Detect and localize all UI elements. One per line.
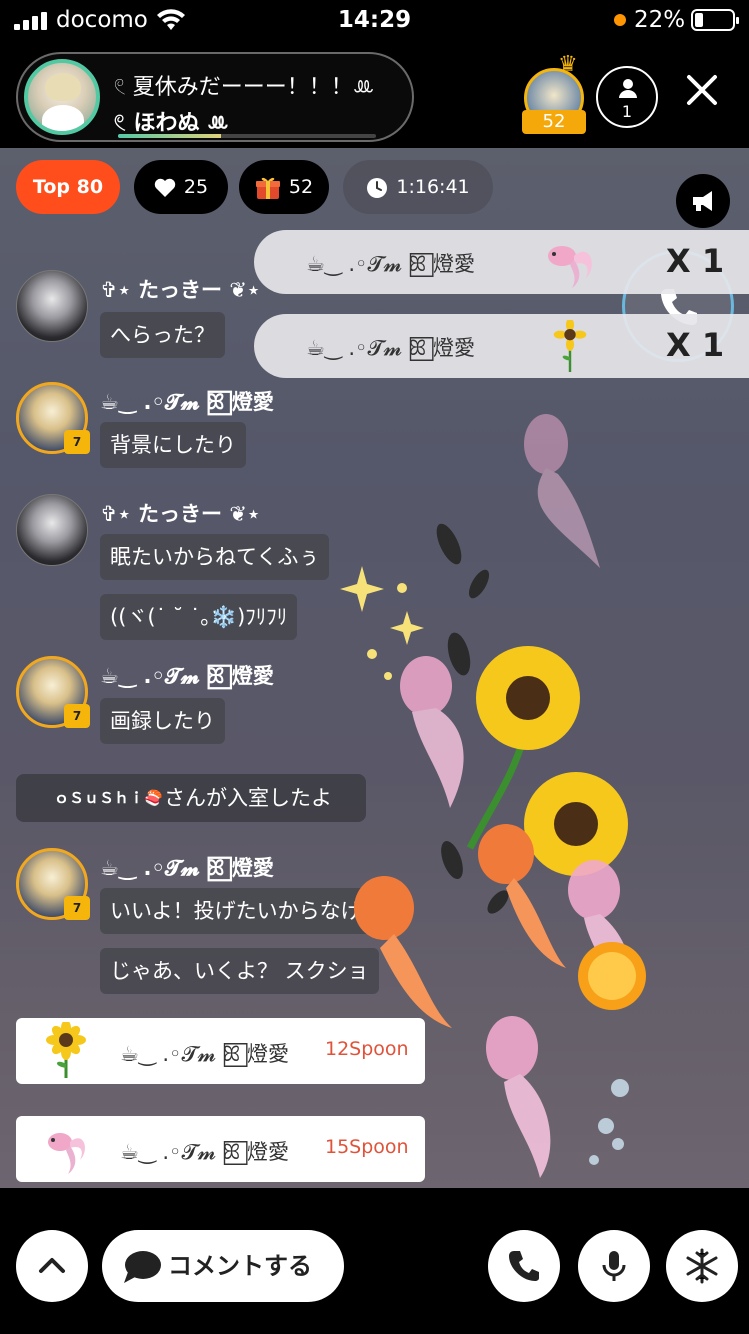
gift-notice-banner: ☕︎︎‿ .◦𝓣𝓶 ꕤ⃞ 燈愛 X 1 [254, 230, 749, 294]
top-rank-value: 80 [76, 176, 104, 198]
gift-sender-name: ☕︎︎‿ .◦𝓣𝓶 ꕤ⃞ 燈愛 [120, 1140, 290, 1164]
status-bar: docomo 14:29 22% [0, 0, 749, 44]
megaphone-icon [693, 191, 712, 211]
message-bubble: いいよ！投げたいからなげ [100, 888, 372, 934]
battery-percent: 22% [634, 7, 686, 33]
gift-notice-banner: ☕︎︎‿ .◦𝓣𝓶 ꕤ⃞ 燈愛 X 1 [254, 314, 749, 378]
gift-chat-card: ☕︎︎‿ .◦𝓣𝓶 ꕤ⃞ 燈愛 12Spoon [16, 1018, 425, 1084]
recording-dot [614, 14, 626, 26]
listener-count: 1 [621, 102, 633, 121]
elapsed-time-badge: 1:16:41 [343, 160, 493, 214]
message-bubble: 眠たいからねてくふぅ [100, 534, 330, 580]
host-name: 𓏲 ほわぬ ꔛ [114, 111, 229, 136]
gift-spoon-amount: 15Spoon [325, 1136, 409, 1158]
host-level-progress [118, 134, 376, 138]
live-stage: Top 80 25 52 1:16:41 ✞⋆ たっきー ❦⋆ へらった？ 7 … [0, 148, 749, 1188]
sunflower-icon [553, 320, 587, 372]
goldfish-icon [548, 246, 592, 288]
user-level-badge: 7 [64, 896, 90, 920]
gift-spoon-amount: 12Spoon [325, 1038, 409, 1060]
phone-icon [509, 1251, 539, 1281]
likes-badge[interactable]: 25 [134, 160, 228, 214]
gifts-badge[interactable]: 52 [239, 160, 329, 214]
message-username: ☕︎︎‿ .◦𝓣𝓶 ꕤ⃞ 燈愛 [100, 664, 274, 688]
gift-notice-count: X 1 [666, 326, 725, 364]
user-avatar[interactable] [16, 494, 88, 566]
close-icon[interactable] [678, 66, 726, 114]
user-level-badge: 7 [64, 430, 90, 454]
message-username: ☕︎︎‿ .◦𝓣𝓶 ꕤ⃞ 燈愛 [100, 856, 274, 880]
gift-notice-sender: ☕︎︎‿ .◦𝓣𝓶 ꕤ⃞ 燈愛 [306, 252, 476, 276]
user-level-badge: 7 [64, 704, 90, 728]
join-username: ｏＳｕＳｈｉ🍣 [54, 789, 163, 807]
message-bubble: 背景にしたり [100, 422, 246, 468]
gifts-count: 52 [288, 176, 314, 198]
top-label: Top [32, 176, 70, 198]
message-username: ✞⋆ たっきー ❦⋆ [100, 502, 261, 526]
join-notice: ｏＳｕＳｈｉ🍣 さんが入室したよ [16, 774, 366, 822]
message-bubble: へらった？ [100, 312, 225, 358]
chevron-up-icon [39, 1258, 65, 1273]
effect-button[interactable] [666, 1230, 738, 1302]
expand-up-button[interactable] [16, 1230, 88, 1302]
elapsed-time: 1:16:41 [396, 176, 470, 198]
host-avatar[interactable] [24, 59, 100, 135]
gift-chat-card: ☕︎︎‿ .◦𝓣𝓶 ꕤ⃞ 燈愛 15Spoon [16, 1116, 425, 1182]
gift-sender-name: ☕︎︎‿ .◦𝓣𝓶 ꕤ⃞ 燈愛 [120, 1042, 290, 1066]
snowflake-icon [686, 1248, 718, 1284]
user-avatar[interactable] [16, 270, 88, 342]
gift-notice-sender: ☕︎︎‿ .◦𝓣𝓶 ꕤ⃞ 燈愛 [306, 336, 476, 360]
live-header: 𓏲 夏休みだーーー！！！ꔛ 𓏲 ほわぬ ꔛ ♛ 52 1 [0, 44, 749, 148]
comment-label: コメントする [168, 1252, 312, 1280]
room-title: 𓏲 夏休みだーーー！！！ꔛ [114, 75, 375, 100]
bottom-bar: コメントする [0, 1188, 749, 1334]
host-info-pill[interactable]: 𓏲 夏休みだーーー！！！ꔛ 𓏲 ほわぬ ꔛ [16, 52, 414, 142]
stats-row: Top 80 25 52 1:16:41 [0, 160, 749, 228]
message-bubble: 画録したり [100, 698, 225, 744]
heart-icon [154, 178, 176, 197]
top-fan-button[interactable]: ♛ 52 [522, 52, 586, 134]
microphone-button[interactable] [578, 1230, 650, 1302]
clock-icon [367, 177, 388, 198]
likes-count: 25 [183, 176, 209, 198]
announcement-button[interactable] [676, 174, 730, 228]
listener-count-button[interactable]: 1 [596, 66, 658, 128]
message-username: ✞⋆ たっきー ❦⋆ [100, 278, 261, 302]
battery-icon [691, 9, 739, 31]
top-fan-badge: 52 [522, 110, 586, 134]
top-rank-badge[interactable]: Top 80 [16, 160, 120, 214]
person-icon [619, 79, 637, 98]
comment-button[interactable]: コメントする [102, 1230, 344, 1302]
speech-bubble-icon [124, 1251, 161, 1283]
message-username: ☕︎︎‿ .◦𝓣𝓶 ꕤ⃞ 燈愛 [100, 390, 274, 414]
goldfish-icon [48, 1133, 85, 1174]
crown-icon: ♛ [558, 52, 578, 77]
message-bubble: ((ヾ(˙ ˘ ˙｡❄️)ﾌﾘﾌﾘ [100, 594, 298, 640]
sunflower-icon [46, 1022, 86, 1078]
call-button[interactable] [488, 1230, 560, 1302]
join-text: さんが入室したよ [164, 786, 332, 810]
gift-notice-count: X 1 [666, 242, 725, 280]
gift-icon [255, 177, 280, 199]
message-bubble: じゃあ、いくよ？ スクショ [100, 948, 379, 994]
microphone-icon [602, 1251, 626, 1281]
